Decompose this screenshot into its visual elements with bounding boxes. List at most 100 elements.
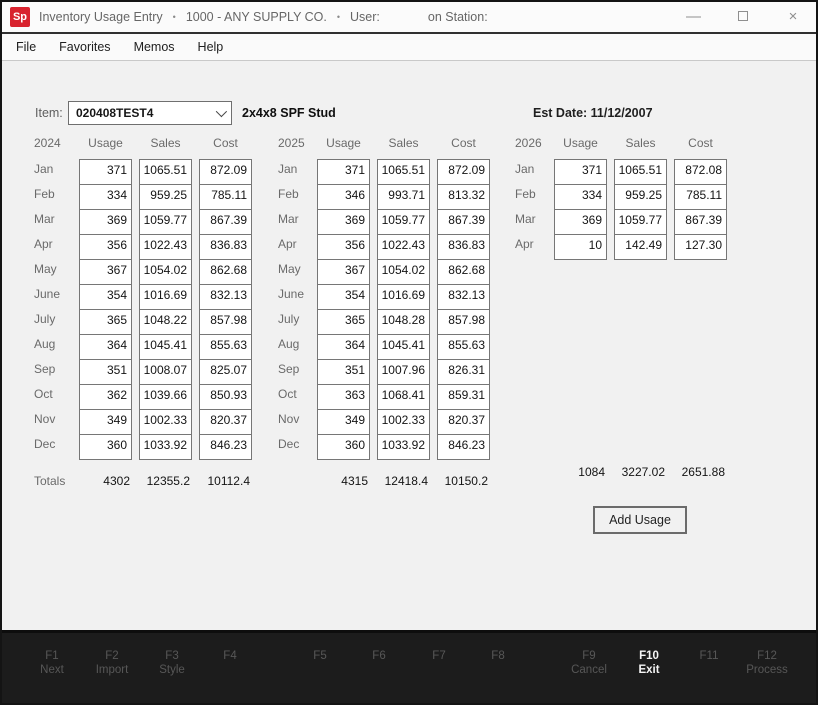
sales-cell-2025-july[interactable]: 1048.28 bbox=[377, 309, 430, 335]
fkey-f6[interactable]: F6 bbox=[372, 649, 385, 663]
usage-cell-2025-june[interactable]: 354 bbox=[317, 284, 370, 310]
usage-cell-2025-oct[interactable]: 363 bbox=[317, 384, 370, 410]
fkey-f2[interactable]: F2Import bbox=[96, 649, 129, 677]
cost-cell-2025-june[interactable]: 832.13 bbox=[437, 284, 490, 310]
sales-cell-2024-may[interactable]: 1054.02 bbox=[139, 259, 192, 285]
cost-cell-2025-july[interactable]: 857.98 bbox=[437, 309, 490, 335]
sales-cell-2025-nov[interactable]: 1002.33 bbox=[377, 409, 430, 435]
maximize-icon[interactable] bbox=[736, 2, 750, 32]
cost-cell-2025-apr[interactable]: 836.83 bbox=[437, 234, 490, 260]
usage-cell-2024-feb[interactable]: 334 bbox=[79, 184, 132, 210]
cost-cell-2024-may[interactable]: 862.68 bbox=[199, 259, 252, 285]
cost-cell-2025-oct[interactable]: 859.31 bbox=[437, 384, 490, 410]
fkey-f5[interactable]: F5 bbox=[313, 649, 326, 663]
usage-cell-2024-oct[interactable]: 362 bbox=[79, 384, 132, 410]
cost-cell-2025-jan[interactable]: 872.09 bbox=[437, 159, 490, 185]
sales-cell-2024-feb[interactable]: 959.25 bbox=[139, 184, 192, 210]
sales-cell-2025-dec[interactable]: 1033.92 bbox=[377, 434, 430, 460]
sales-cell-2026-feb[interactable]: 959.25 bbox=[614, 184, 667, 210]
cost-cell-2024-june[interactable]: 832.13 bbox=[199, 284, 252, 310]
cost-cell-2025-dec[interactable]: 846.23 bbox=[437, 434, 490, 460]
cost-cell-2025-sep[interactable]: 826.31 bbox=[437, 359, 490, 385]
sales-cell-2025-mar[interactable]: 1059.77 bbox=[377, 209, 430, 235]
add-usage-button[interactable]: Add Usage bbox=[593, 506, 687, 534]
usage-cell-2025-aug[interactable]: 364 bbox=[317, 334, 370, 360]
cost-cell-2024-dec[interactable]: 846.23 bbox=[199, 434, 252, 460]
sales-cell-2025-jan[interactable]: 1065.51 bbox=[377, 159, 430, 185]
usage-cell-2024-july[interactable]: 365 bbox=[79, 309, 132, 335]
sales-cell-2025-may[interactable]: 1054.02 bbox=[377, 259, 430, 285]
sales-cell-2024-dec[interactable]: 1033.92 bbox=[139, 434, 192, 460]
usage-cell-2026-feb[interactable]: 334 bbox=[554, 184, 607, 210]
usage-cell-2024-aug[interactable]: 364 bbox=[79, 334, 132, 360]
usage-cell-2025-sep[interactable]: 351 bbox=[317, 359, 370, 385]
sales-cell-2024-june[interactable]: 1016.69 bbox=[139, 284, 192, 310]
cost-cell-2025-aug[interactable]: 855.63 bbox=[437, 334, 490, 360]
fkey-f7[interactable]: F7 bbox=[432, 649, 445, 663]
menu-item-file[interactable]: File bbox=[16, 40, 36, 54]
usage-cell-2024-apr[interactable]: 356 bbox=[79, 234, 132, 260]
usage-cell-2024-june[interactable]: 354 bbox=[79, 284, 132, 310]
cost-cell-2026-feb[interactable]: 785.11 bbox=[674, 184, 727, 210]
sales-cell-2024-sep[interactable]: 1008.07 bbox=[139, 359, 192, 385]
cost-cell-2024-jan[interactable]: 872.09 bbox=[199, 159, 252, 185]
usage-cell-2025-july[interactable]: 365 bbox=[317, 309, 370, 335]
usage-cell-2024-may[interactable]: 367 bbox=[79, 259, 132, 285]
usage-cell-2024-dec[interactable]: 360 bbox=[79, 434, 132, 460]
sales-cell-2025-feb[interactable]: 993.71 bbox=[377, 184, 430, 210]
usage-cell-2024-mar[interactable]: 369 bbox=[79, 209, 132, 235]
fkey-f12[interactable]: F12Process bbox=[746, 649, 788, 677]
sales-cell-2025-sep[interactable]: 1007.96 bbox=[377, 359, 430, 385]
sales-cell-2025-june[interactable]: 1016.69 bbox=[377, 284, 430, 310]
fkey-f9[interactable]: F9Cancel bbox=[571, 649, 607, 677]
usage-cell-2024-sep[interactable]: 351 bbox=[79, 359, 132, 385]
sales-cell-2025-oct[interactable]: 1068.41 bbox=[377, 384, 430, 410]
sales-cell-2024-july[interactable]: 1048.22 bbox=[139, 309, 192, 335]
usage-cell-2025-feb[interactable]: 346 bbox=[317, 184, 370, 210]
cost-cell-2026-jan[interactable]: 872.08 bbox=[674, 159, 727, 185]
cost-cell-2025-mar[interactable]: 867.39 bbox=[437, 209, 490, 235]
fkey-f4[interactable]: F4 bbox=[223, 649, 236, 663]
fkey-f1[interactable]: F1Next bbox=[40, 649, 64, 677]
usage-cell-2026-mar[interactable]: 369 bbox=[554, 209, 607, 235]
usage-cell-2026-jan[interactable]: 371 bbox=[554, 159, 607, 185]
sales-cell-2025-apr[interactable]: 1022.43 bbox=[377, 234, 430, 260]
sales-cell-2024-mar[interactable]: 1059.77 bbox=[139, 209, 192, 235]
usage-cell-2025-jan[interactable]: 371 bbox=[317, 159, 370, 185]
usage-cell-2025-nov[interactable]: 349 bbox=[317, 409, 370, 435]
cost-cell-2025-nov[interactable]: 820.37 bbox=[437, 409, 490, 435]
usage-cell-2026-apr[interactable]: 10 bbox=[554, 234, 607, 260]
sales-cell-2026-apr[interactable]: 142.49 bbox=[614, 234, 667, 260]
menu-item-memos[interactable]: Memos bbox=[134, 40, 175, 54]
fkey-f11[interactable]: F11 bbox=[700, 649, 719, 663]
cost-cell-2026-mar[interactable]: 867.39 bbox=[674, 209, 727, 235]
cost-cell-2026-apr[interactable]: 127.30 bbox=[674, 234, 727, 260]
usage-cell-2024-jan[interactable]: 371 bbox=[79, 159, 132, 185]
sales-cell-2024-oct[interactable]: 1039.66 bbox=[139, 384, 192, 410]
sales-cell-2024-apr[interactable]: 1022.43 bbox=[139, 234, 192, 260]
cost-cell-2024-july[interactable]: 857.98 bbox=[199, 309, 252, 335]
cost-cell-2024-feb[interactable]: 785.11 bbox=[199, 184, 252, 210]
usage-cell-2025-mar[interactable]: 369 bbox=[317, 209, 370, 235]
cost-cell-2024-sep[interactable]: 825.07 bbox=[199, 359, 252, 385]
sales-cell-2026-mar[interactable]: 1059.77 bbox=[614, 209, 667, 235]
close-icon[interactable]: × bbox=[786, 2, 800, 32]
cost-cell-2024-mar[interactable]: 867.39 bbox=[199, 209, 252, 235]
sales-cell-2024-nov[interactable]: 1002.33 bbox=[139, 409, 192, 435]
sales-cell-2025-aug[interactable]: 1045.41 bbox=[377, 334, 430, 360]
item-dropdown[interactable]: 020408TEST4 bbox=[68, 101, 232, 125]
usage-cell-2025-may[interactable]: 367 bbox=[317, 259, 370, 285]
cost-cell-2024-nov[interactable]: 820.37 bbox=[199, 409, 252, 435]
usage-cell-2024-nov[interactable]: 349 bbox=[79, 409, 132, 435]
fkey-f3[interactable]: F3Style bbox=[159, 649, 185, 677]
sales-cell-2024-jan[interactable]: 1065.51 bbox=[139, 159, 192, 185]
cost-cell-2024-aug[interactable]: 855.63 bbox=[199, 334, 252, 360]
fkey-f8[interactable]: F8 bbox=[491, 649, 504, 663]
sales-cell-2024-aug[interactable]: 1045.41 bbox=[139, 334, 192, 360]
cost-cell-2025-may[interactable]: 862.68 bbox=[437, 259, 490, 285]
menu-item-help[interactable]: Help bbox=[198, 40, 224, 54]
cost-cell-2024-oct[interactable]: 850.93 bbox=[199, 384, 252, 410]
usage-cell-2025-apr[interactable]: 356 bbox=[317, 234, 370, 260]
cost-cell-2024-apr[interactable]: 836.83 bbox=[199, 234, 252, 260]
menu-item-favorites[interactable]: Favorites bbox=[59, 40, 110, 54]
